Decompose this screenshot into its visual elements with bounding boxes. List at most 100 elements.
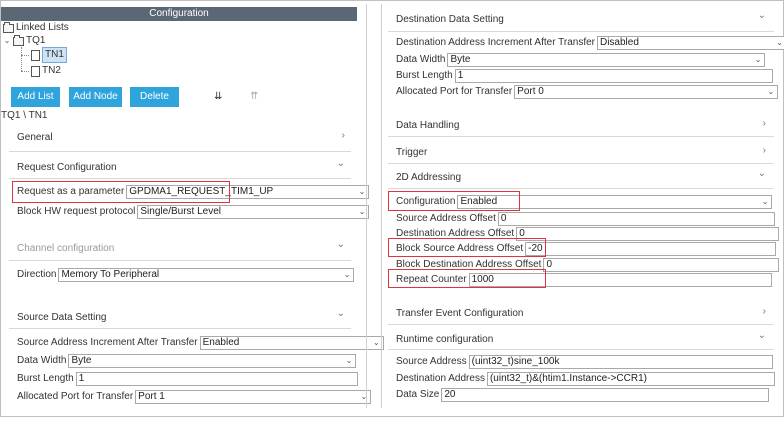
section-source-data-setting[interactable]: Source Data Setting ⌄ (1, 306, 357, 330)
move-down-icon[interactable]: ⇊ (214, 91, 222, 102)
block-dst-offset-input[interactable]: 0 (543, 257, 780, 272)
destination-port-value: Port 0 (517, 85, 544, 97)
runtime-dst-addr-label: Destination Address (396, 373, 485, 384)
section-runtime-configuration[interactable]: Runtime configuration ⌄ (384, 330, 780, 350)
destination-port-row: Allocated Port for Transfer Port 0 ⌄ (396, 84, 779, 99)
runtime-src-addr-label: Source Address (396, 356, 467, 367)
src-offset-input[interactable]: 0 (497, 211, 775, 226)
section-request-configuration[interactable]: Request Configuration ⌄ (1, 155, 357, 179)
chevron-down-icon[interactable]: ⌄ (758, 10, 766, 21)
dropdown-arrow-icon: ⌄ (776, 37, 783, 47)
dst-offset-value: 0 (519, 227, 525, 239)
tree-node-tn2[interactable]: TN2 (31, 64, 61, 78)
chevron-right-icon[interactable]: › (763, 118, 766, 129)
source-increment-label: Source Address Increment After Transfer (17, 337, 198, 348)
add-node-button[interactable]: Add Node (69, 87, 122, 107)
tree-queue[interactable]: ⌄ TQ1 (3, 34, 45, 48)
chevron-down-icon[interactable]: ⌄ (337, 239, 345, 250)
runtime-src-addr-value: (uint32_t)sine_100k (471, 355, 560, 367)
runtime-size-input[interactable]: 20 (441, 387, 770, 402)
tree-node-tn1[interactable]: TN1 (31, 47, 67, 63)
destination-port-select[interactable]: Port 0 ⌄ (514, 84, 779, 99)
destination-increment-select[interactable]: Disabled ⌄ (596, 35, 784, 50)
direction-label: Direction (17, 269, 57, 280)
right-pane: Destination Data Setting ⌄ Destination A… (384, 1, 784, 416)
divider (9, 151, 351, 152)
source-burst-input[interactable]: 1 (75, 371, 358, 386)
dropdown-arrow-icon: ⌄ (358, 206, 366, 216)
chevron-down-icon[interactable]: ⌄ (758, 168, 766, 179)
right-pane-edge (381, 4, 382, 408)
section-general-title: General (17, 132, 53, 143)
delete-button[interactable]: Delete (130, 87, 179, 107)
destination-width-row: Data Width Byte ⌄ (396, 52, 766, 67)
block-dst-offset-value: 0 (546, 258, 553, 270)
source-port-value: Port 1 (138, 390, 165, 402)
section-destination-data-setting[interactable]: Destination Data Setting ⌄ (384, 9, 780, 31)
move-up-icon[interactable]: ⇈ (250, 91, 258, 102)
block-hw-row: Block HW request protocol Single/Burst L… (17, 204, 370, 219)
destination-burst-input[interactable]: 1 (454, 68, 773, 83)
runtime-size-value: 20 (444, 388, 456, 400)
section-2d-addressing[interactable]: 2D Addressing ⌄ (384, 167, 780, 187)
section-channel-title: Channel configuration (17, 243, 115, 254)
source-width-label: Data Width (17, 355, 67, 366)
destination-width-value: Byte (450, 53, 471, 65)
runtime-dst-addr-input[interactable]: (uint32_t)&(htim1.Instance->CCR1) (486, 371, 775, 386)
chevron-down-icon[interactable]: ⌄ (3, 34, 11, 48)
divider (388, 163, 774, 164)
section-source-title: Source Data Setting (17, 312, 107, 323)
dst-offset-input[interactable]: 0 (516, 226, 780, 241)
block-hw-select[interactable]: Single/Burst Level ⌄ (137, 204, 370, 219)
runtime-size-label: Data Size (396, 389, 440, 400)
direction-row: Direction Memory To Peripheral ⌄ (17, 267, 355, 282)
source-width-select[interactable]: Byte ⌄ (68, 353, 357, 368)
add-list-button[interactable]: Add List (11, 87, 60, 107)
left-pane-scroll-edge (366, 4, 367, 408)
block-src-offset-input[interactable]: -20 (525, 241, 777, 256)
src-offset-row: Source Address Offset 0 (396, 211, 775, 226)
tree-queue-label: TQ1 (26, 35, 46, 46)
tree-node-label: TN2 (42, 65, 61, 76)
destination-increment-label: Destination Address Increment After Tran… (396, 37, 595, 48)
chevron-down-icon[interactable]: ⌄ (758, 330, 766, 341)
tree-node-label: TN1 (42, 47, 67, 63)
runtime-src-addr-row: Source Address (uint32_t)sine_100k (396, 354, 773, 369)
runtime-dst-addr-row: Destination Address (uint32_t)&(htim1.In… (396, 371, 775, 386)
divider (388, 31, 774, 32)
tree-root[interactable]: Linked Lists (3, 21, 69, 35)
block-hw-label: Block HW request protocol (17, 206, 136, 217)
section-destination-title: Destination Data Setting (396, 14, 504, 25)
chevron-right-icon[interactable]: › (763, 145, 766, 156)
section-general[interactable]: General › (1, 125, 357, 149)
destination-width-select[interactable]: Byte ⌄ (447, 52, 766, 67)
source-increment-select[interactable]: Enabled ⌄ (199, 335, 384, 350)
src-offset-label: Source Address Offset (396, 213, 496, 224)
chevron-down-icon[interactable]: ⌄ (337, 158, 345, 169)
section-transfer-event[interactable]: Transfer Event Configuration › (384, 303, 780, 323)
section-data-handling-title: Data Handling (396, 120, 460, 131)
chevron-down-icon[interactable]: ⌄ (337, 308, 345, 319)
highlight-repeat-counter (388, 269, 546, 288)
runtime-src-addr-input[interactable]: (uint32_t)sine_100k (468, 354, 773, 369)
source-burst-label: Burst Length (17, 373, 74, 384)
source-port-select[interactable]: Port 1 ⌄ (135, 389, 372, 404)
dropdown-arrow-icon: ⌄ (358, 186, 366, 196)
destination-burst-row: Burst Length 1 (396, 68, 773, 83)
linked-list-tree: Linked Lists ⌄ TQ1 TN1 TN2 (1, 21, 357, 83)
source-width-value: Byte (71, 354, 92, 366)
highlight-2d-configuration (388, 191, 520, 211)
dropdown-arrow-icon: ⌄ (345, 355, 353, 365)
direction-select[interactable]: Memory To Peripheral ⌄ (58, 267, 355, 282)
chevron-right-icon[interactable]: › (342, 130, 345, 141)
direction-value: Memory To Peripheral (61, 268, 160, 280)
section-trigger[interactable]: Trigger › (384, 142, 780, 162)
source-burst-value: 1 (78, 372, 85, 384)
section-data-handling[interactable]: Data Handling › (384, 115, 780, 135)
source-increment-value: Enabled (202, 336, 240, 348)
section-channel-configuration[interactable]: Channel configuration ⌄ (1, 237, 357, 261)
dropdown-arrow-icon: ⌄ (754, 54, 762, 64)
source-port-label: Allocated Port for Transfer (17, 391, 134, 402)
chevron-right-icon[interactable]: › (763, 306, 766, 317)
document-icon (31, 49, 40, 61)
